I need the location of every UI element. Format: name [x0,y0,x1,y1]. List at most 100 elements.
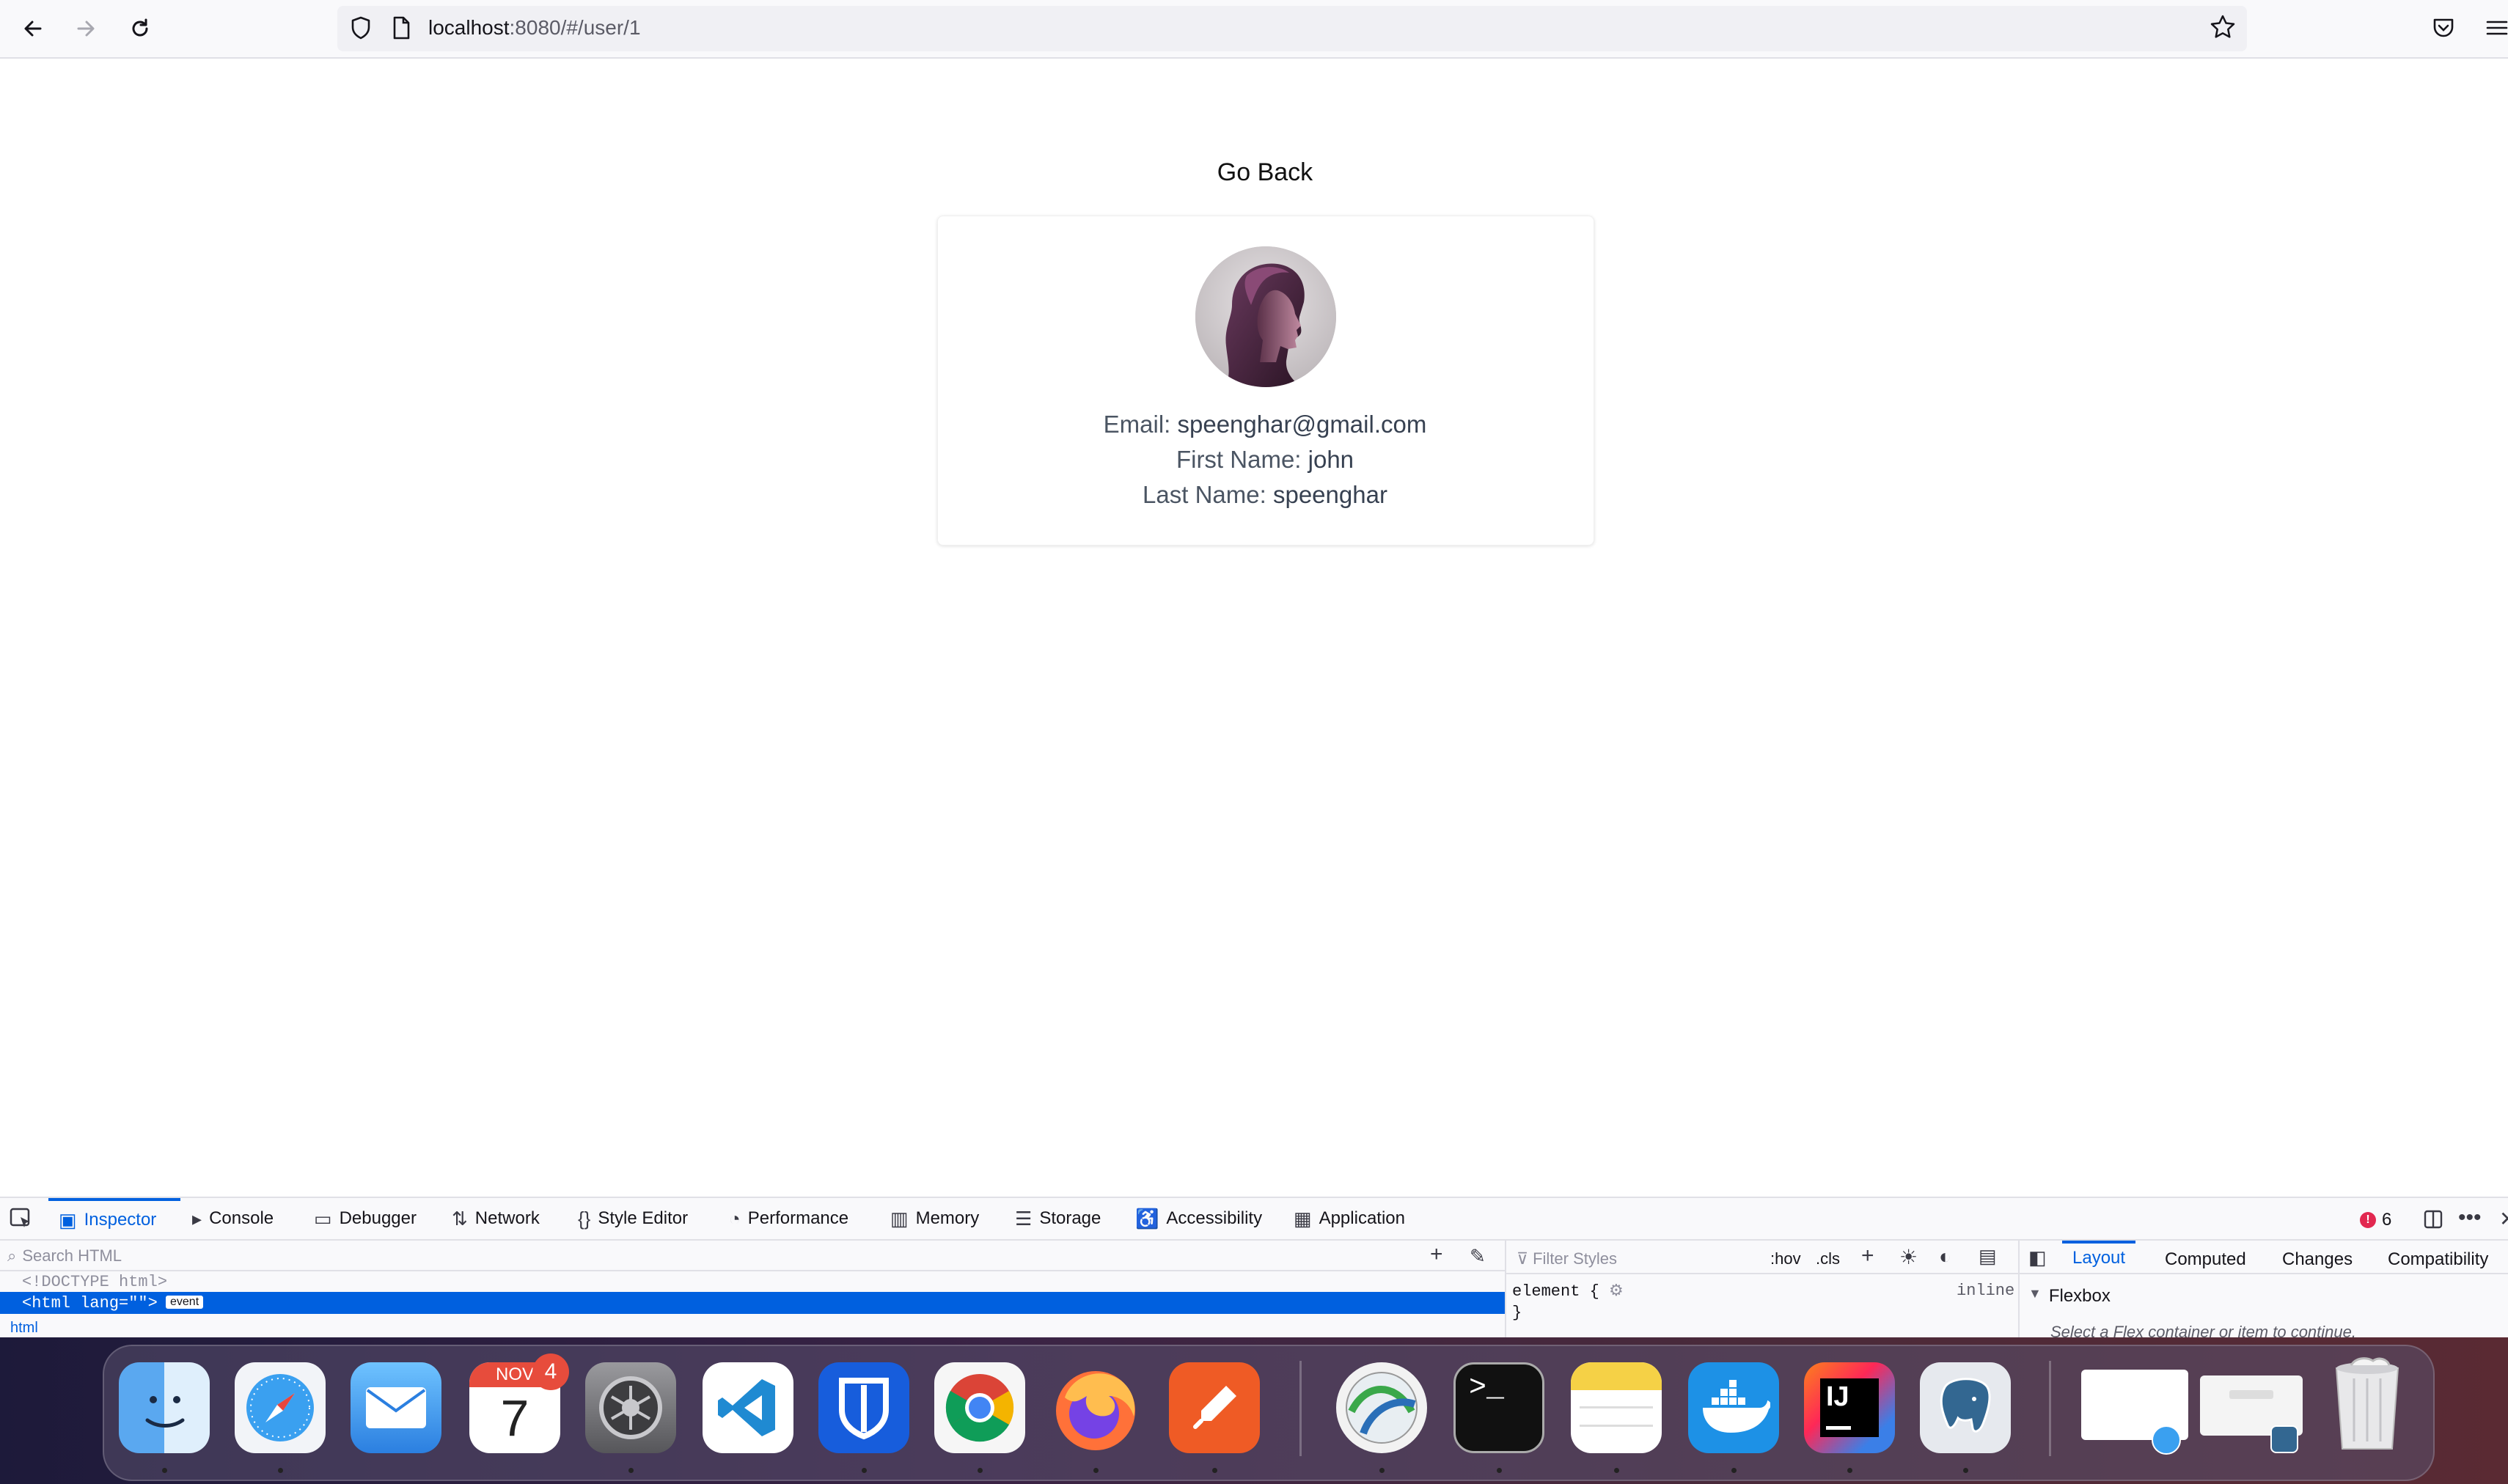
docker-icon[interactable] [1688,1362,1779,1453]
tab-inspector[interactable]: ▣ Inspector [48,1198,180,1239]
chevron-down-icon: ▼ [2028,1286,2042,1301]
mail-icon[interactable] [351,1362,441,1453]
calendar-day: 7 [500,1389,529,1447]
running-indicator [1963,1468,1968,1473]
eyedropper-icon[interactable]: ✎ [1470,1245,1486,1268]
system-settings-icon[interactable] [585,1362,676,1453]
avatar [1195,246,1336,387]
filter-icon: ⊽ [1517,1249,1529,1268]
running-indicator [1093,1468,1099,1473]
network-app-icon[interactable] [1336,1362,1427,1453]
breadcrumb[interactable]: html [10,1320,38,1337]
tab-application[interactable]: ▦ Application [1294,1198,1405,1239]
postgres-badge-icon [2270,1425,2298,1453]
intellij-icon[interactable]: IJ [1804,1362,1895,1453]
tab-memory[interactable]: ▥ Memory [890,1198,979,1239]
rule-selector: element { ⚙ [1512,1282,1624,1301]
tab-network[interactable]: ⇅ Network [452,1198,540,1239]
search-html-field[interactable]: ⌕ Search HTML [7,1246,122,1266]
running-indicator [1614,1468,1619,1473]
hov-toggle[interactable]: :hov [1770,1249,1801,1268]
close-devtools-icon[interactable]: ✕ [2499,1207,2508,1231]
finder-icon[interactable] [119,1362,210,1453]
network-icon: ⇅ [452,1207,468,1230]
postman-icon[interactable] [1169,1362,1260,1453]
tab-debugger[interactable]: ▭ Debugger [314,1198,417,1239]
gear-icon[interactable]: ⚙ [1609,1282,1624,1301]
vscode-icon[interactable] [703,1362,793,1453]
flexbox-section-header[interactable]: ▼ Flexbox [2028,1286,2111,1307]
tab-style-editor[interactable]: {} Style Editor [578,1198,688,1239]
tab-layout[interactable]: Layout [2062,1241,2136,1273]
running-indicator [1731,1468,1737,1473]
memory-icon: ▥ [890,1207,909,1230]
pocket-icon[interactable] [2430,15,2457,45]
firefox-icon[interactable] [1050,1362,1141,1453]
tab-performance[interactable]: ◔ Performance [729,1198,848,1239]
back-button[interactable] [15,10,51,47]
menu-icon[interactable] [2485,16,2508,43]
rule-source[interactable]: inline [1957,1282,2014,1300]
divider [1505,1273,2018,1274]
safari-icon[interactable] [235,1362,326,1453]
running-indicator [628,1468,634,1473]
chrome-icon[interactable] [934,1362,1025,1453]
sidebar-toggle-icon[interactable]: ◧ [2028,1246,2047,1269]
last-name-value: speenghar [1272,481,1387,508]
running-indicator [862,1468,867,1473]
last-name-line: Last Name: speenghar [1143,481,1387,508]
running-indicator [1212,1468,1217,1473]
safari-badge-icon [2152,1425,2181,1455]
pane-separator [1505,1241,1506,1337]
cls-toggle[interactable]: .cls [1816,1249,1840,1268]
error-icon: ! [2360,1212,2376,1228]
page-icon[interactable] [389,15,414,45]
tab-computed[interactable]: Computed [2165,1249,2246,1270]
go-back-button[interactable]: Go Back [1144,154,1386,191]
url-text[interactable]: localhost:8080/#/user/1 [428,16,641,40]
debugger-icon: ▭ [314,1207,332,1230]
doctype-line: <!DOCTYPE html> [22,1273,168,1289]
more-options-icon[interactable]: ••• [2458,1205,2482,1230]
bookmark-star-icon[interactable] [2209,13,2237,45]
reload-icon [132,18,148,37]
filter-styles-field[interactable]: ⊽ Filter Styles [1517,1249,1617,1268]
postgres-icon[interactable] [1920,1362,2011,1453]
tab-compatibility[interactable]: Compatibility [2388,1249,2488,1270]
running-indicator [278,1468,283,1473]
console-icon: ▸ [192,1207,202,1230]
notes-icon[interactable] [1571,1362,1662,1453]
error-counter[interactable]: ! 6 [2360,1210,2391,1230]
terminal-icon[interactable]: >_ [1453,1362,1544,1453]
trash-icon[interactable] [2329,1353,2405,1455]
light-mode-icon[interactable]: ☀ [1899,1245,1918,1269]
inspector-icon: ▣ [59,1208,77,1231]
selected-node-row[interactable]: <html lang=""> event [0,1292,1505,1314]
add-node-icon[interactable]: + [1430,1242,1443,1267]
pane-separator [2018,1241,2020,1337]
calendar-badge: 4 [532,1353,569,1390]
reload-button[interactable] [122,10,158,47]
forward-button[interactable] [67,10,104,47]
arrow-left-icon [24,21,42,37]
bitwarden-icon[interactable] [818,1362,909,1453]
add-rule-icon[interactable]: + [1861,1244,1874,1268]
tab-console[interactable]: ▸ Console [192,1198,274,1239]
running-indicator [1497,1468,1502,1473]
email-value: speenghar@gmail.com [1177,411,1427,438]
event-badge[interactable]: event [166,1296,204,1309]
shield-icon[interactable] [348,15,374,45]
running-indicator [978,1468,983,1473]
storage-icon: ☰ [1015,1207,1033,1230]
element-picker-icon[interactable] [9,1207,34,1235]
dark-mode-icon[interactable]: ◐ [1939,1245,1951,1268]
running-indicator [1379,1468,1385,1473]
tab-storage[interactable]: ☰ Storage [1015,1198,1101,1239]
dock-separator [2049,1361,2051,1456]
tab-accessibility[interactable]: ♿ Accessibility [1135,1198,1262,1239]
rule-close: } [1512,1304,1522,1322]
dock-side-icon[interactable] [2421,1207,2446,1235]
tab-changes[interactable]: Changes [2282,1249,2353,1270]
running-indicator [1847,1468,1852,1473]
print-media-icon[interactable]: ▤ [1979,1245,1997,1268]
